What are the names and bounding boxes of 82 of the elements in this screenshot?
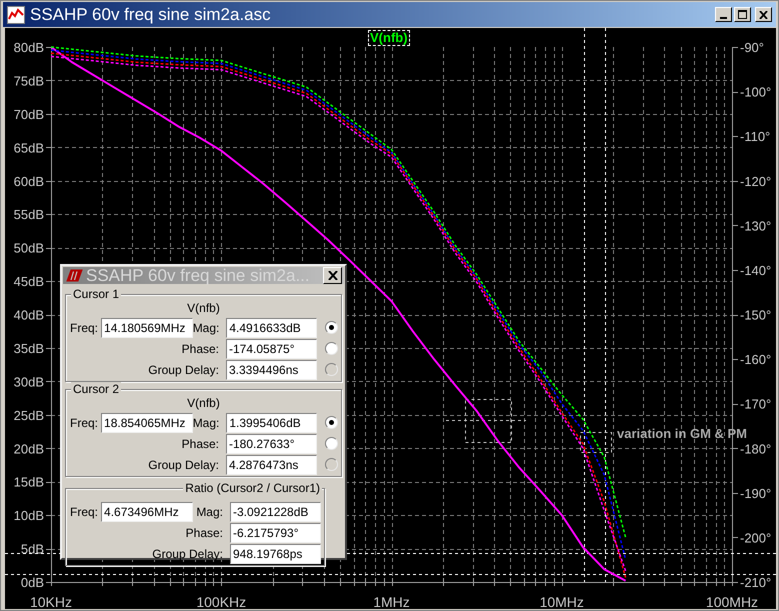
- tick-label: 60dB: [14, 174, 44, 189]
- tick-label: 0dB: [20, 575, 44, 590]
- group-legend: Ratio (Cursor2 / Cursor1): [183, 481, 322, 495]
- waveform-icon: [7, 6, 25, 24]
- tick-label: 10MHz: [540, 594, 584, 609]
- tick-label: 1MHz: [373, 594, 410, 609]
- tick-label: 40dB: [14, 308, 44, 322]
- close-button[interactable]: [755, 7, 772, 22]
- tick-label: 35dB: [14, 340, 44, 356]
- field-label: Phase:: [180, 340, 219, 358]
- field-label: Freq:: [70, 320, 98, 336]
- tick-label: -150°: [740, 308, 772, 322]
- tick-label: -140°: [740, 262, 772, 278]
- radio-button[interactable]: [325, 437, 338, 450]
- field-label: Phase:: [180, 436, 219, 452]
- value-field[interactable]: -174.05875°: [226, 338, 317, 358]
- field-label: Group Delay:: [147, 362, 219, 378]
- radio-button[interactable]: [325, 416, 338, 429]
- field-label: Group Delay:: [147, 456, 219, 474]
- tick-label: -110°: [740, 129, 770, 144]
- logo-icon: [66, 269, 83, 282]
- window-title: SSAHP 60v freq sine sim2a.asc: [30, 6, 271, 23]
- tick-label: 10dB: [14, 508, 44, 524]
- value-field[interactable]: -6.2175793°: [230, 522, 321, 542]
- tick-label: 65dB: [14, 140, 44, 156]
- tick-label: 10KHz: [30, 594, 72, 609]
- tick-label: -90°: [740, 40, 764, 55]
- tick-label: -200°: [740, 530, 772, 546]
- tick-label: -180°: [740, 441, 772, 456]
- tick-label: 100MHz: [706, 594, 758, 609]
- tick-label: 80dB: [14, 40, 44, 55]
- value-field[interactable]: -180.27633°: [226, 434, 317, 454]
- minimize-icon: [720, 17, 727, 19]
- tick-label: -170°: [740, 396, 772, 412]
- annotation-box: [580, 432, 612, 453]
- value-field[interactable]: 4.4916633dB: [226, 318, 318, 338]
- tick-label: 75dB: [14, 73, 44, 88]
- value-field[interactable]: -3.0921228dB: [230, 502, 321, 522]
- maximize-icon: [738, 10, 747, 19]
- field-label: Freq:: [70, 504, 98, 520]
- trace-name: V(nfb): [187, 395, 220, 411]
- value-field[interactable]: 948.19768ps: [230, 544, 321, 564]
- tick-label: -160°: [740, 352, 772, 368]
- cursor-line[interactable]: [605, 28, 606, 582]
- field-label: Mag:: [192, 320, 220, 336]
- tick-label: 45dB: [14, 274, 44, 290]
- field-label: Mag:: [195, 504, 223, 520]
- tick-label: 15dB: [14, 474, 44, 490]
- tick-label: 20dB: [14, 441, 44, 456]
- tick-label: -100°: [740, 84, 772, 100]
- cursor-line[interactable]: [584, 28, 585, 582]
- tick-label: -190°: [740, 486, 772, 501]
- trace-name: V(nfb): [187, 300, 220, 316]
- value-field[interactable]: 1.3995406dB: [226, 412, 318, 432]
- field-label: Mag:: [192, 414, 220, 432]
- field-label: Freq:: [70, 414, 98, 432]
- maximize-button[interactable]: [734, 7, 751, 22]
- group-legend: Cursor 1: [71, 287, 122, 301]
- minimize-button[interactable]: [715, 7, 732, 22]
- freq-field[interactable]: 14.180569MHz: [101, 318, 193, 338]
- close-icon: [328, 271, 338, 280]
- field-label: Group Delay:: [151, 546, 223, 562]
- tick-label: 50dB: [14, 240, 44, 256]
- tick-label: -130°: [740, 218, 772, 234]
- tick-label: -210°: [740, 575, 772, 590]
- close-icon: [759, 10, 768, 18]
- tick-label: -120°: [740, 174, 772, 189]
- radio-button[interactable]: [325, 321, 338, 334]
- tick-label: 70dB: [14, 106, 44, 122]
- group-legend: Cursor 2: [71, 382, 122, 396]
- trace-label[interactable]: V(nfb): [368, 30, 410, 46]
- tick-label: 25dB: [14, 408, 44, 423]
- tick-label: 55dB: [14, 207, 44, 222]
- freq-field[interactable]: 18.854065MHz: [101, 412, 193, 432]
- cursor-line[interactable]: [5, 574, 776, 575]
- tick-label: 30dB: [14, 374, 44, 390]
- tick-label: 5dB: [20, 542, 44, 557]
- radio-button[interactable]: [325, 342, 338, 355]
- freq-field[interactable]: 4.673496MHz: [101, 502, 194, 522]
- tick-label: 100KHz: [196, 594, 246, 609]
- close-button[interactable]: [323, 267, 342, 284]
- field-label: Phase:: [184, 524, 223, 542]
